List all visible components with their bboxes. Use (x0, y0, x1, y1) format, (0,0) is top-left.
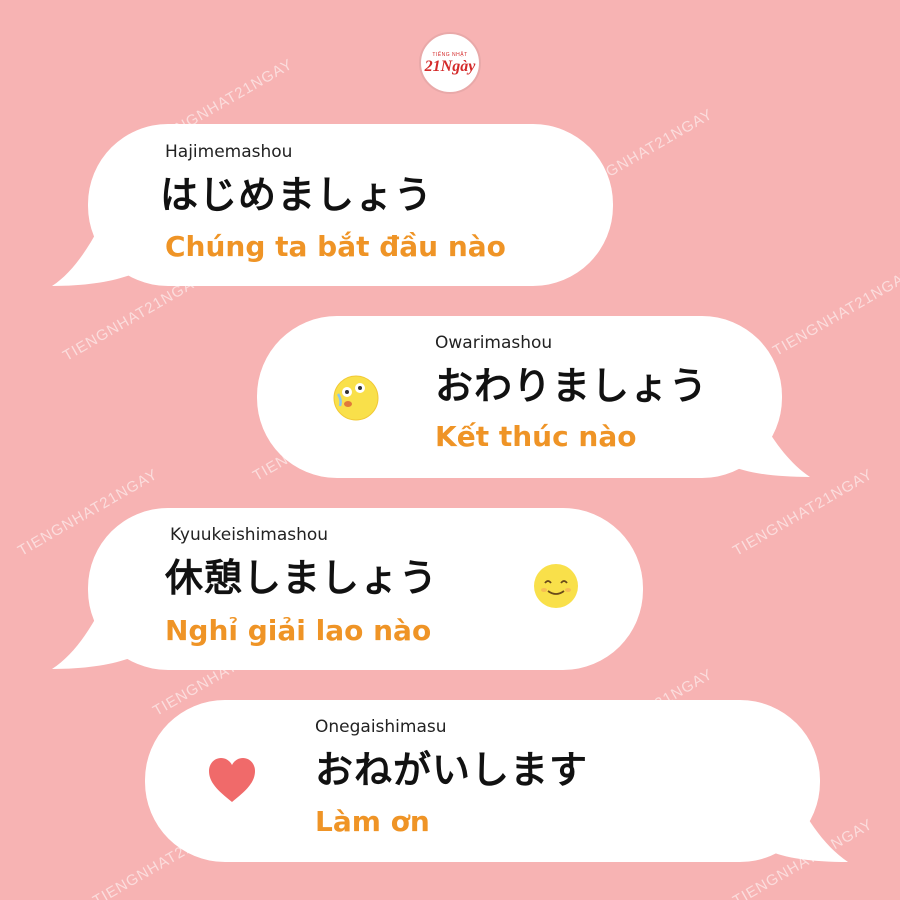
logo-small-text: TIẾNG NHẬT (432, 51, 468, 58)
translation-text: Kết thúc nào (435, 420, 637, 453)
romaji-text: Hajimemashou (165, 142, 293, 162)
heart-icon (207, 756, 257, 808)
smiling-emoji-icon (533, 563, 579, 613)
japanese-text: 休憩しましょう (165, 556, 439, 600)
watermark: TIENGNHAT21NGAY (730, 465, 876, 560)
brand-logo: TIẾNG NHẬT 21Ngày (419, 32, 481, 94)
japanese-text: おねがいします (315, 748, 589, 792)
logo-main-text: 21Ngày (424, 57, 476, 75)
translation-text: Làm ơn (315, 805, 430, 838)
romaji-text: Owarimashou (435, 333, 553, 353)
watermark: TIENGNHAT21NGAY (770, 265, 900, 360)
romaji-text: Onegaishimasu (315, 717, 447, 737)
japanese-text: おわりましょう (435, 364, 709, 408)
surprised-emoji-icon (332, 374, 380, 426)
japanese-text: はじめましょう (160, 173, 434, 217)
translation-text: Chúng ta bắt đầu nào (165, 230, 506, 263)
lesson-card: TIENGNHAT21NGAY TIENGNHAT21NGAY TIENGNHA… (0, 0, 900, 900)
translation-text: Nghỉ giải lao nào (165, 614, 432, 647)
romaji-text: Kyuukeishimashou (170, 525, 329, 545)
